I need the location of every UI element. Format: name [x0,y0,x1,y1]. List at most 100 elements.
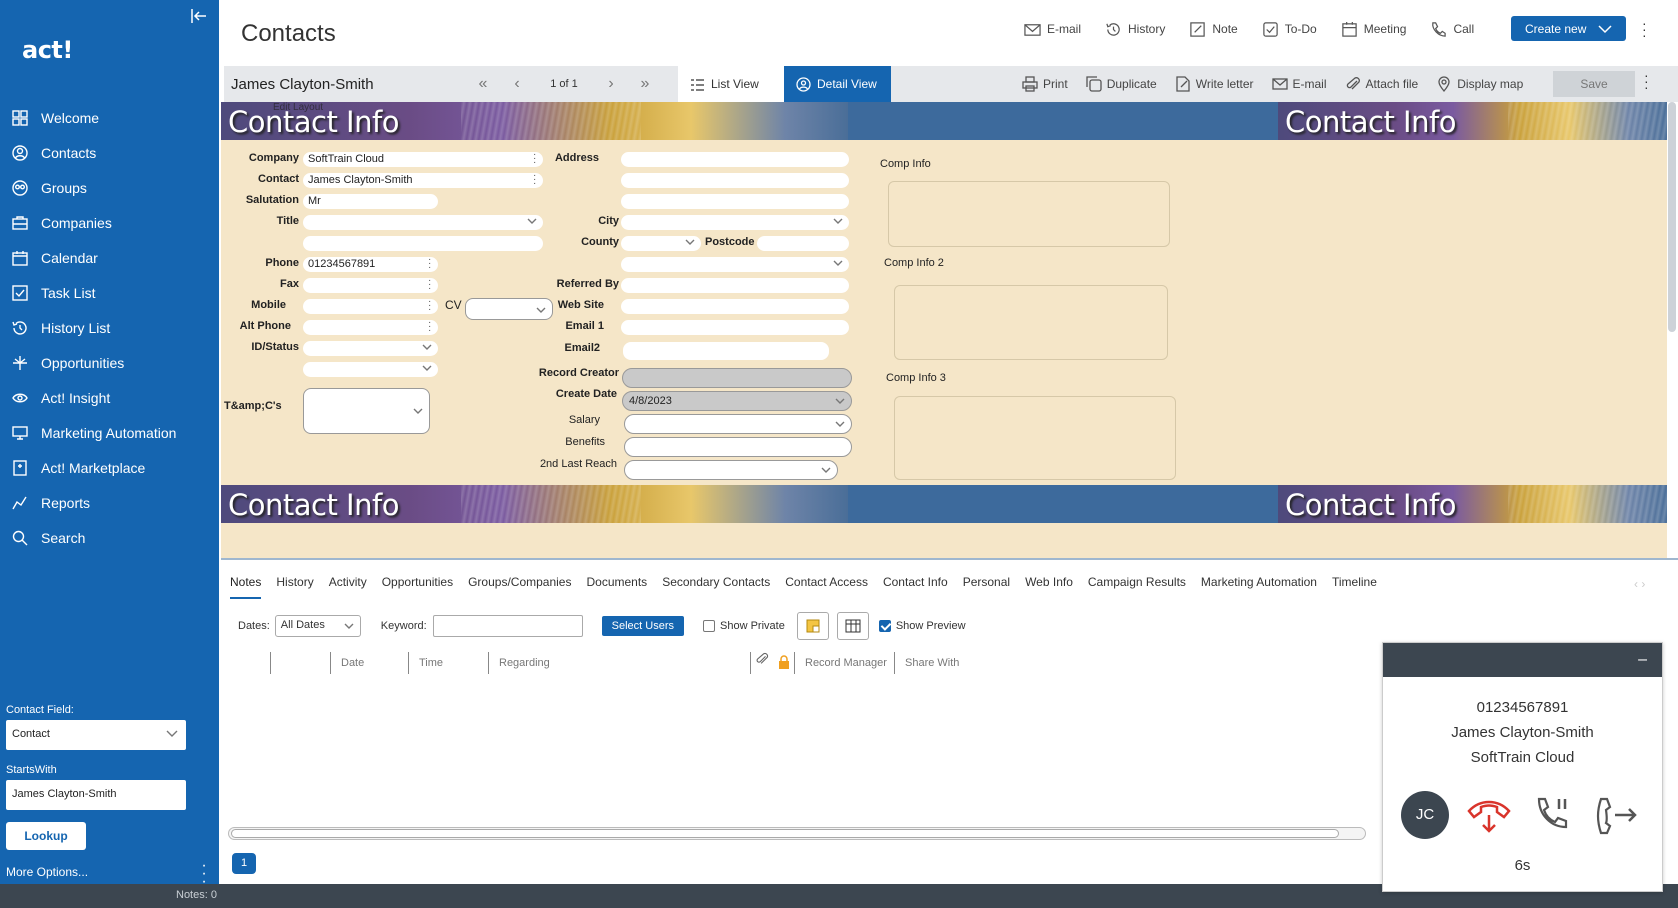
note-action[interactable]: Note [1189,21,1238,38]
sidebar-item-history-list[interactable]: History List [0,310,219,345]
hold-button[interactable] [1529,791,1577,839]
sidebar-item-welcome[interactable]: Welcome [0,100,219,135]
grid-col-regarding[interactable]: Regarding [488,652,750,674]
record-kebab-icon[interactable]: · · · [1644,68,1649,94]
second-last-reach-field[interactable] [624,460,838,480]
hangup-button[interactable] [1465,791,1513,839]
tc-dropdown[interactable] [303,388,430,434]
tab-contact-access[interactable]: Contact Access [785,575,868,599]
sidebar-item-groups[interactable]: Groups [0,170,219,205]
grid-col-attachment[interactable] [750,652,774,674]
benefits-field[interactable] [624,437,852,457]
email-action[interactable]: E-mail [1024,21,1081,38]
email2-field[interactable] [623,342,829,360]
sidebar-item-act-insight[interactable]: Act! Insight [0,380,219,415]
contact-field-select[interactable]: Contact [6,720,186,750]
tab-personal[interactable]: Personal [963,575,1010,599]
company-field[interactable]: SoftTrain Cloud · · · [303,150,543,168]
history-action[interactable]: History [1105,21,1165,38]
select-users-button[interactable]: Select Users [601,616,685,636]
tab-scroll-arrows[interactable]: ‹ › [1634,577,1645,591]
sidebar-item-companies[interactable]: Companies [0,205,219,240]
show-preview-checkbox[interactable] [878,620,891,632]
sidebar-item-reports[interactable]: Reports [0,485,219,520]
tab-groups-companies[interactable]: Groups/Companies [468,575,571,599]
grid-col-date[interactable]: Date [330,652,408,674]
phone-field[interactable]: 01234567891 · · · [303,255,438,273]
postcode-field[interactable] [757,236,849,251]
minimize-icon[interactable]: – [1638,651,1647,669]
mobile-field[interactable]: · · · [303,297,438,315]
transfer-button[interactable] [1593,791,1641,839]
note-export-button[interactable] [796,612,829,640]
field-kebab-icon[interactable]: · · · [428,318,432,336]
grid-col-time[interactable]: Time [408,652,488,674]
field-kebab-icon[interactable]: · · · [533,171,537,189]
sidebar-item-act-marketplace[interactable]: Act! Marketplace [0,450,219,485]
meeting-action[interactable]: Meeting [1341,21,1406,38]
collapse-sidebar-icon[interactable] [188,8,210,28]
starts-with-input[interactable]: James Clayton-Smith [6,780,186,810]
todo-action[interactable]: To-Do [1262,21,1317,38]
more-options-kebab-icon[interactable]: · · · [200,858,208,890]
salary-field[interactable] [624,414,852,434]
sidebar-item-contacts[interactable]: Contacts [0,135,219,170]
tab-marketing-automation[interactable]: Marketing Automation [1201,575,1317,599]
id-status-extra-field[interactable] [303,362,438,377]
tab-timeline[interactable]: Timeline [1332,575,1377,599]
tab-campaign-results[interactable]: Campaign Results [1088,575,1186,599]
tab-documents[interactable]: Documents [586,575,647,599]
tab-notes[interactable]: Notes [230,575,262,599]
comp-info3-field[interactable] [894,396,1176,480]
address-line3-field[interactable] [621,194,849,209]
city-field[interactable] [621,215,849,230]
title-field[interactable] [303,215,543,230]
list-view-tab[interactable]: List View [678,66,784,102]
tab-web-info[interactable]: Web Info [1025,575,1073,599]
call-action[interactable]: Call [1430,21,1474,38]
create-new-button[interactable]: Create new [1511,16,1626,41]
sidebar-item-search[interactable]: Search [0,520,219,555]
write-letter-button[interactable]: Write letter [1175,76,1254,92]
display-map-button[interactable]: Display map [1436,76,1523,92]
print-button[interactable]: Print [1022,76,1068,92]
comp-info2-field[interactable] [894,285,1168,360]
detail-view-tab[interactable]: Detail View [784,66,891,102]
address-line1-field[interactable] [621,152,849,167]
save-button[interactable]: Save [1553,71,1635,97]
lookup-button[interactable]: Lookup [6,822,86,850]
tab-opportunities[interactable]: Opportunities [382,575,453,599]
grid-col-blank[interactable] [270,652,330,674]
email-button[interactable]: E-mail [1271,76,1327,92]
dates-select[interactable]: All Dates [274,615,361,637]
more-options-link[interactable]: More Options... [6,865,88,879]
sidebar-item-calendar[interactable]: Calendar [0,240,219,275]
layout-scrollbar[interactable] [1668,102,1676,332]
scrollbar-thumb[interactable] [231,829,1339,838]
keyword-input[interactable] [432,615,583,637]
referred-by-field[interactable] [621,278,849,293]
tab-secondary-contacts[interactable]: Secondary Contacts [662,575,770,599]
id-status-field[interactable] [303,341,438,356]
next-record-icon[interactable]: › [594,75,628,93]
duplicate-button[interactable]: Duplicate [1086,76,1157,92]
country-field[interactable] [621,257,849,272]
field-kebab-icon[interactable]: · · · [428,297,432,315]
grid-horizontal-scrollbar[interactable] [228,827,1366,840]
field-kebab-icon[interactable]: · · · [428,255,432,273]
web-site-field[interactable] [621,299,849,314]
grid-col-record-manager[interactable]: Record Manager [794,652,894,674]
page-number-button[interactable]: 1 [232,853,256,874]
header-kebab-icon[interactable]: · · · [1642,16,1647,42]
fax-field[interactable]: · · · [303,276,438,294]
field-kebab-icon[interactable]: · · · [428,276,432,294]
comp-info-field[interactable] [888,181,1170,247]
tab-history[interactable]: History [276,575,313,599]
alt-phone-field[interactable]: · · · [303,318,438,336]
email1-field[interactable] [621,320,849,335]
grid-col-private[interactable] [774,654,794,672]
sidebar-item-marketing-automation[interactable]: Marketing Automation [0,415,219,450]
show-private-checkbox[interactable] [703,620,716,632]
tab-contact-info[interactable]: Contact Info [883,575,948,599]
previous-record-icon[interactable]: ‹ [500,75,534,93]
